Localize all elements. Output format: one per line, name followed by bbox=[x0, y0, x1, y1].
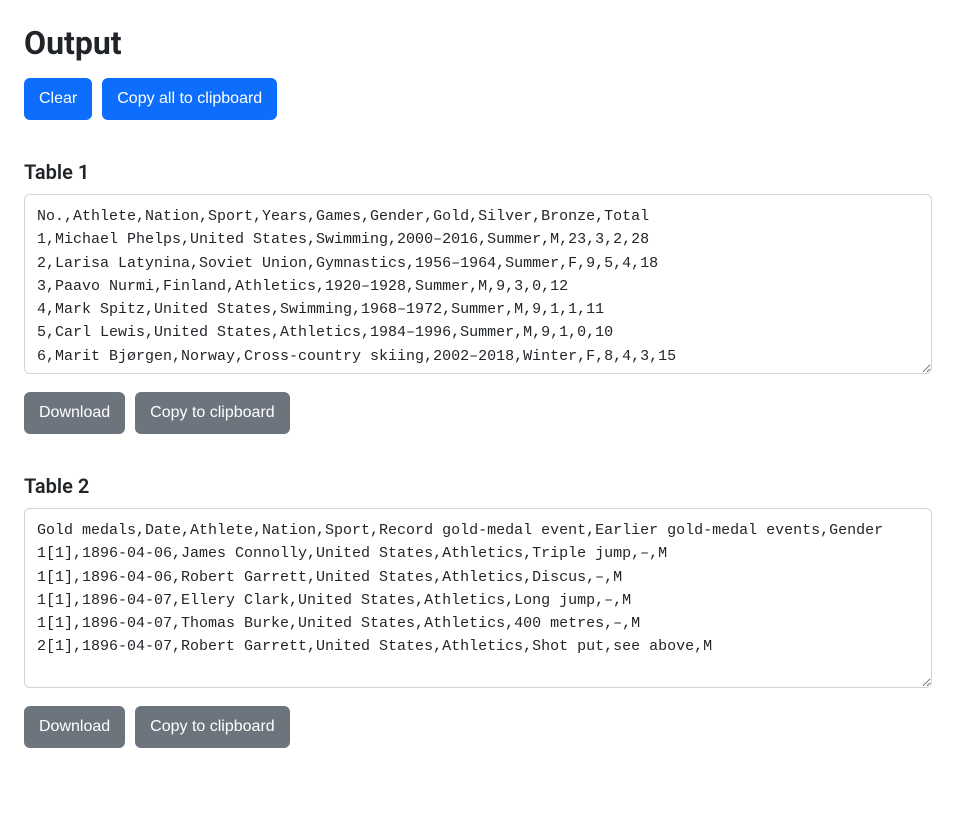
table-actions: Download Copy to clipboard bbox=[24, 392, 932, 434]
table-actions: Download Copy to clipboard bbox=[24, 706, 932, 748]
download-button[interactable]: Download bbox=[24, 706, 125, 748]
copy-button[interactable]: Copy to clipboard bbox=[135, 392, 290, 434]
table-section-1: Table 1 Download Copy to clipboard bbox=[24, 160, 932, 434]
table-section-2: Table 2 Download Copy to clipboard bbox=[24, 474, 932, 748]
output-heading: Output bbox=[24, 24, 932, 62]
copy-all-button[interactable]: Copy all to clipboard bbox=[102, 78, 277, 120]
copy-button[interactable]: Copy to clipboard bbox=[135, 706, 290, 748]
table-csv-textarea[interactable] bbox=[24, 194, 932, 374]
download-button[interactable]: Download bbox=[24, 392, 125, 434]
table-title: Table 2 bbox=[24, 474, 932, 498]
output-actions: Clear Copy all to clipboard bbox=[24, 78, 932, 120]
clear-button[interactable]: Clear bbox=[24, 78, 92, 120]
table-title: Table 1 bbox=[24, 160, 932, 184]
table-csv-textarea[interactable] bbox=[24, 508, 932, 688]
